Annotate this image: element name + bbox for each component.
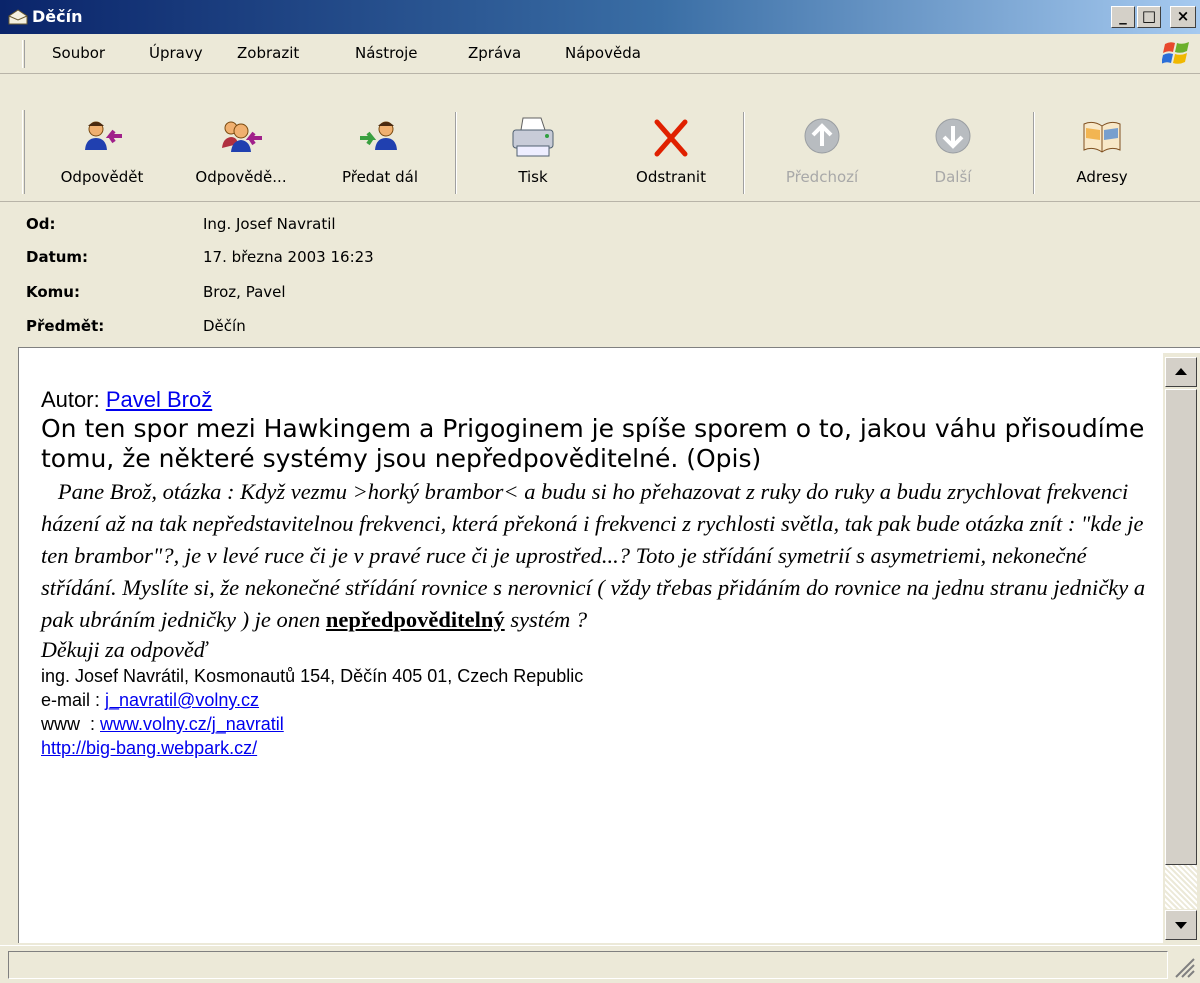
print-label: Tisk <box>518 168 548 186</box>
mail-app-icon <box>8 9 28 25</box>
vertical-scrollbar[interactable] <box>1163 353 1200 943</box>
reply-icon <box>85 121 122 150</box>
message-content: Autor: Pavel Brož On ten spor mezi Hawki… <box>41 386 1161 760</box>
message-body[interactable]: Autor: Pavel Brož On ten spor mezi Hawki… <box>18 347 1200 943</box>
menu-bar: Soubor Úpravy Zobrazit Nástroje Zpráva N… <box>0 34 1200 74</box>
maximize-icon: □ <box>1141 7 1157 25</box>
up-arrow-icon <box>804 118 840 154</box>
addresses-label: Adresy <box>1076 168 1128 186</box>
to-value: Broz, Pavel <box>203 283 286 301</box>
window-title: Děčín <box>32 7 83 26</box>
to-label: Komu: <box>26 283 80 301</box>
subject-label: Předmět: <box>26 317 105 335</box>
date-value: 17. března 2003 16:23 <box>203 248 374 266</box>
address-book-icon <box>1083 121 1121 153</box>
next-button[interactable]: Další <box>898 110 1008 196</box>
subject-value: Děčín <box>203 317 246 335</box>
status-panel <box>8 951 1168 979</box>
close-icon: × <box>1176 7 1190 25</box>
reply-all-icon <box>222 121 262 152</box>
minimize-button[interactable]: _ <box>1111 6 1135 28</box>
email-label: e-mail : <box>41 690 106 710</box>
author-line: Autor: Pavel Brož <box>41 386 1161 414</box>
forward-button[interactable]: Předat dál <box>322 110 438 196</box>
scroll-down-arrow-icon <box>1175 922 1187 929</box>
delete-label: Odstranit <box>636 168 706 186</box>
next-label: Další <box>934 168 972 186</box>
lead-paragraph: On ten spor mezi Hawkingem a Prigoginem … <box>41 414 1145 473</box>
author-label: Autor: <box>41 387 106 412</box>
title-bar: Děčín _ □ × <box>0 0 1200 34</box>
from-label: Od: <box>26 215 56 233</box>
delete-x-icon <box>654 119 688 157</box>
status-bar <box>0 945 1200 983</box>
delete-button[interactable]: Odstranit <box>612 110 730 196</box>
toolbar-separator <box>1033 112 1035 194</box>
reply-all-button[interactable]: Odpovědě... <box>176 110 306 196</box>
windows-logo-icon <box>1162 42 1189 64</box>
thanks-line: Děkuji za odpověď <box>41 637 208 662</box>
message-headers: Od: Ing. Josef Navratil Datum: 17. březn… <box>0 202 1200 347</box>
scroll-thumb[interactable] <box>1165 389 1197 865</box>
menu-grip[interactable] <box>22 40 25 68</box>
scroll-down-button[interactable] <box>1165 910 1197 940</box>
resize-grip-icon[interactable] <box>1172 955 1196 979</box>
down-arrow-icon <box>935 118 971 154</box>
date-label: Datum: <box>26 248 89 266</box>
scroll-up-button[interactable] <box>1165 357 1197 387</box>
print-button[interactable]: Tisk <box>478 110 588 196</box>
author-link[interactable]: Pavel Brož <box>106 387 212 412</box>
previous-button[interactable]: Předchozí <box>762 110 882 196</box>
web-link[interactable]: http://big-bang.webpark.cz/ <box>41 738 257 758</box>
close-button[interactable]: × <box>1170 6 1196 28</box>
signature-address: ing. Josef Navrátil, Kosmonautů 154, Děč… <box>41 666 584 686</box>
toolbar-separator <box>455 112 457 194</box>
menu-view[interactable]: Zobrazit <box>237 44 299 62</box>
signature-email-line: e-mail : j_navratil@volny.cz <box>41 688 1161 712</box>
toolbar: Odpovědět Odpovědě... Předat dál Tisk Od… <box>0 104 1200 202</box>
maximize-button[interactable]: □ <box>1137 6 1161 28</box>
minimize-icon: _ <box>1119 7 1127 25</box>
question-text: Pane Brož, otázka : Když vezmu >horký br… <box>41 479 1151 632</box>
question-tail: systém ? <box>504 607 588 632</box>
scroll-track[interactable] <box>1165 865 1197 909</box>
scroll-up-arrow-icon <box>1175 368 1187 375</box>
question-paragraph: Pane Brož, otázka : Když vezmu >horký br… <box>41 476 1161 636</box>
reply-label: Odpovědět <box>60 168 144 186</box>
previous-label: Předchozí <box>785 168 859 186</box>
email-link[interactable]: j_navratil@volny.cz <box>105 690 259 710</box>
www-label: www : <box>41 714 101 734</box>
menu-tools[interactable]: Nástroje <box>355 44 418 62</box>
toolbar-separator <box>743 112 745 194</box>
menu-message[interactable]: Zpráva <box>468 44 521 62</box>
signature-link-line: http://big-bang.webpark.cz/ <box>41 736 1161 760</box>
forward-icon <box>360 121 397 150</box>
signature-www-line: www : www.volny.cz/j_navratil <box>41 712 1161 736</box>
forward-label: Předat dál <box>341 168 419 186</box>
menu-file[interactable]: Soubor <box>52 44 105 62</box>
printer-icon <box>512 117 554 157</box>
www-link[interactable]: www.volny.cz/j_navratil <box>100 714 284 734</box>
question-emphasis: nepředpověditelný <box>325 607 505 632</box>
menu-edit[interactable]: Úpravy <box>149 44 203 62</box>
toolbar-grip[interactable] <box>22 110 25 194</box>
reply-all-label: Odpovědě... <box>195 168 287 186</box>
addresses-button[interactable]: Adresy <box>1050 110 1154 196</box>
menu-help[interactable]: Nápověda <box>565 44 641 62</box>
reply-button[interactable]: Odpovědět <box>42 110 162 196</box>
from-value: Ing. Josef Navratil <box>203 215 336 233</box>
